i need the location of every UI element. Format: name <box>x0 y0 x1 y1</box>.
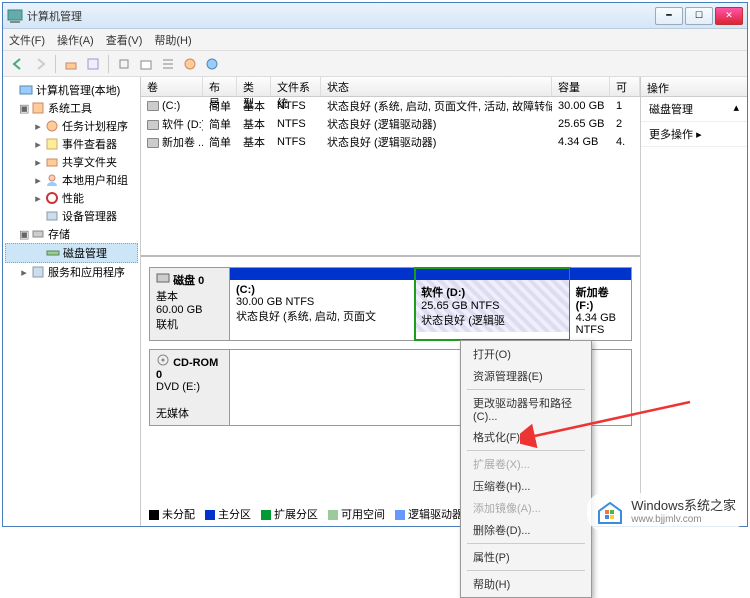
refresh-icon[interactable] <box>115 55 133 73</box>
ctx-separator <box>467 570 585 571</box>
window-buttons: ━ ☐ ✕ <box>655 7 743 25</box>
watermark: Windows系统之家 www.bjjmlv.com <box>587 493 744 531</box>
actions-pane: 操作 磁盘管理▴ 更多操作 ▸ <box>641 77 747 526</box>
props-icon[interactable] <box>84 55 102 73</box>
tree-storage[interactable]: ▣存储 <box>5 225 138 243</box>
actions-more[interactable]: 更多操作 ▸ <box>641 122 747 147</box>
disk-0-partitions: (C:) 30.00 GB NTFS 状态良好 (系统, 启动, 页面文 软件 … <box>230 268 631 340</box>
col-volume[interactable]: 卷 <box>141 77 203 96</box>
tree-devmgr[interactable]: 设备管理器 <box>5 207 138 225</box>
cdrom-icon <box>156 354 170 366</box>
col-type[interactable]: 类型 <box>237 77 271 96</box>
ctx-open[interactable]: 打开(O) <box>463 343 589 365</box>
disk-0-row: 磁盘 0 基本 60.00 GB 联机 (C:) 30.00 GB NTFS <box>149 267 632 341</box>
ctx-shrink[interactable]: 压缩卷(H)... <box>463 475 589 497</box>
tree-root[interactable]: 计算机管理(本地) <box>5 81 138 99</box>
partition-header <box>230 268 414 280</box>
disk-0-label[interactable]: 磁盘 0 基本 60.00 GB 联机 <box>150 268 230 340</box>
ctx-delete[interactable]: 删除卷(D)... <box>463 519 589 541</box>
partition-c[interactable]: (C:) 30.00 GB NTFS 状态良好 (系统, 启动, 页面文 <box>230 268 415 340</box>
ctx-format[interactable]: 格式化(F)... <box>463 426 589 448</box>
legend: 未分配 主分区 扩展分区 可用空间 逻辑驱动器 <box>149 506 463 522</box>
window-title: 计算机管理 <box>27 8 655 24</box>
forward-icon[interactable] <box>31 55 49 73</box>
ctx-change-letter[interactable]: 更改驱动器号和路径(C)... <box>463 392 589 426</box>
menu-view[interactable]: 查看(V) <box>106 32 143 48</box>
ctx-separator <box>467 450 585 451</box>
ctx-help[interactable]: 帮助(H) <box>463 573 589 595</box>
menubar: 文件(F) 操作(A) 查看(V) 帮助(H) <box>3 29 747 51</box>
actions-section-title[interactable]: 磁盘管理▴ <box>641 97 747 122</box>
collapse-icon: ▴ <box>733 101 739 117</box>
ctx-separator <box>467 389 585 390</box>
app-window: 计算机管理 ━ ☐ ✕ 文件(F) 操作(A) 查看(V) 帮助(H) 计算机管… <box>2 2 748 527</box>
menu-help[interactable]: 帮助(H) <box>154 32 191 48</box>
ctx-mirror: 添加镜像(A)... <box>463 497 589 519</box>
main-area: 卷 布局 类型 文件系统 状态 容量 可 (C:) 简单 基本 NTFS 状态良… <box>141 77 747 526</box>
watermark-text: Windows系统之家 <box>631 499 736 513</box>
volume-list: 卷 布局 类型 文件系统 状态 容量 可 (C:) 简单 基本 NTFS 状态良… <box>141 77 640 257</box>
col-capacity[interactable]: 容量 <box>552 77 610 96</box>
chevron-right-icon: ▸ <box>696 129 702 141</box>
drive-icon <box>147 101 159 111</box>
tree-diskmgmt[interactable]: 磁盘管理 <box>5 243 138 263</box>
tree-services[interactable]: ▸服务和应用程序 <box>5 263 138 281</box>
list-icon[interactable] <box>159 55 177 73</box>
ctx-extend: 扩展卷(X)... <box>463 453 589 475</box>
export-icon[interactable] <box>137 55 155 73</box>
cdrom-label[interactable]: CD-ROM 0 DVD (E:) 无媒体 <box>150 350 230 425</box>
menu-file[interactable]: 文件(F) <box>9 32 45 48</box>
ctx-explorer[interactable]: 资源管理器(E) <box>463 365 589 387</box>
col-free[interactable]: 可 <box>610 77 640 96</box>
col-fs[interactable]: 文件系统 <box>271 77 321 96</box>
minimize-button[interactable]: ━ <box>655 7 683 25</box>
actions-header: 操作 <box>641 77 747 97</box>
partition-f[interactable]: 新加卷 (F:) 4.34 GB NTFS <box>570 268 631 340</box>
col-layout[interactable]: 布局 <box>203 77 237 96</box>
up-icon[interactable] <box>62 55 80 73</box>
partition-header <box>415 268 568 280</box>
drive-icon <box>147 138 159 148</box>
settings-icon[interactable] <box>203 55 221 73</box>
volume-list-header: 卷 布局 类型 文件系统 状态 容量 可 <box>141 77 640 97</box>
menu-action[interactable]: 操作(A) <box>57 32 94 48</box>
titlebar: 计算机管理 ━ ☐ ✕ <box>3 3 747 29</box>
app-icon <box>7 8 23 24</box>
disk-icon <box>156 272 170 284</box>
back-icon[interactable] <box>9 55 27 73</box>
content-area: 计算机管理(本地) ▣系统工具 ▸任务计划程序 ▸事件查看器 ▸共享文件夹 ▸本… <box>3 77 747 526</box>
help-icon[interactable] <box>181 55 199 73</box>
drive-icon <box>147 120 159 130</box>
volume-row[interactable]: 软件 (D:) 简单 基本 NTFS 状态良好 (逻辑驱动器) 25.65 GB… <box>141 115 640 133</box>
watermark-url: www.bjjmlv.com <box>631 514 736 525</box>
close-button[interactable]: ✕ <box>715 7 743 25</box>
tree-perf[interactable]: ▸性能 <box>5 189 138 207</box>
context-menu: 打开(O) 资源管理器(E) 更改驱动器号和路径(C)... 格式化(F)...… <box>460 340 592 598</box>
tree-tasksched[interactable]: ▸任务计划程序 <box>5 117 138 135</box>
ctx-separator <box>467 543 585 544</box>
tree-sidebar: 计算机管理(本地) ▣系统工具 ▸任务计划程序 ▸事件查看器 ▸共享文件夹 ▸本… <box>3 77 141 526</box>
tree-systools[interactable]: ▣系统工具 <box>5 99 138 117</box>
tree-shared[interactable]: ▸共享文件夹 <box>5 153 138 171</box>
tree-users[interactable]: ▸本地用户和组 <box>5 171 138 189</box>
partition-header <box>570 268 631 280</box>
toolbar <box>3 51 747 77</box>
partition-d[interactable]: 软件 (D:) 25.65 GB NTFS 状态良好 (逻辑驱 <box>415 268 569 340</box>
volume-row[interactable]: 新加卷 ... 简单 基本 NTFS 状态良好 (逻辑驱动器) 4.34 GB … <box>141 133 640 151</box>
col-status[interactable]: 状态 <box>321 77 552 96</box>
volume-row[interactable]: (C:) 简单 基本 NTFS 状态良好 (系统, 启动, 页面文件, 活动, … <box>141 97 640 115</box>
watermark-logo-icon <box>595 497 625 527</box>
maximize-button[interactable]: ☐ <box>685 7 713 25</box>
ctx-props[interactable]: 属性(P) <box>463 546 589 568</box>
tree-eventviewer[interactable]: ▸事件查看器 <box>5 135 138 153</box>
